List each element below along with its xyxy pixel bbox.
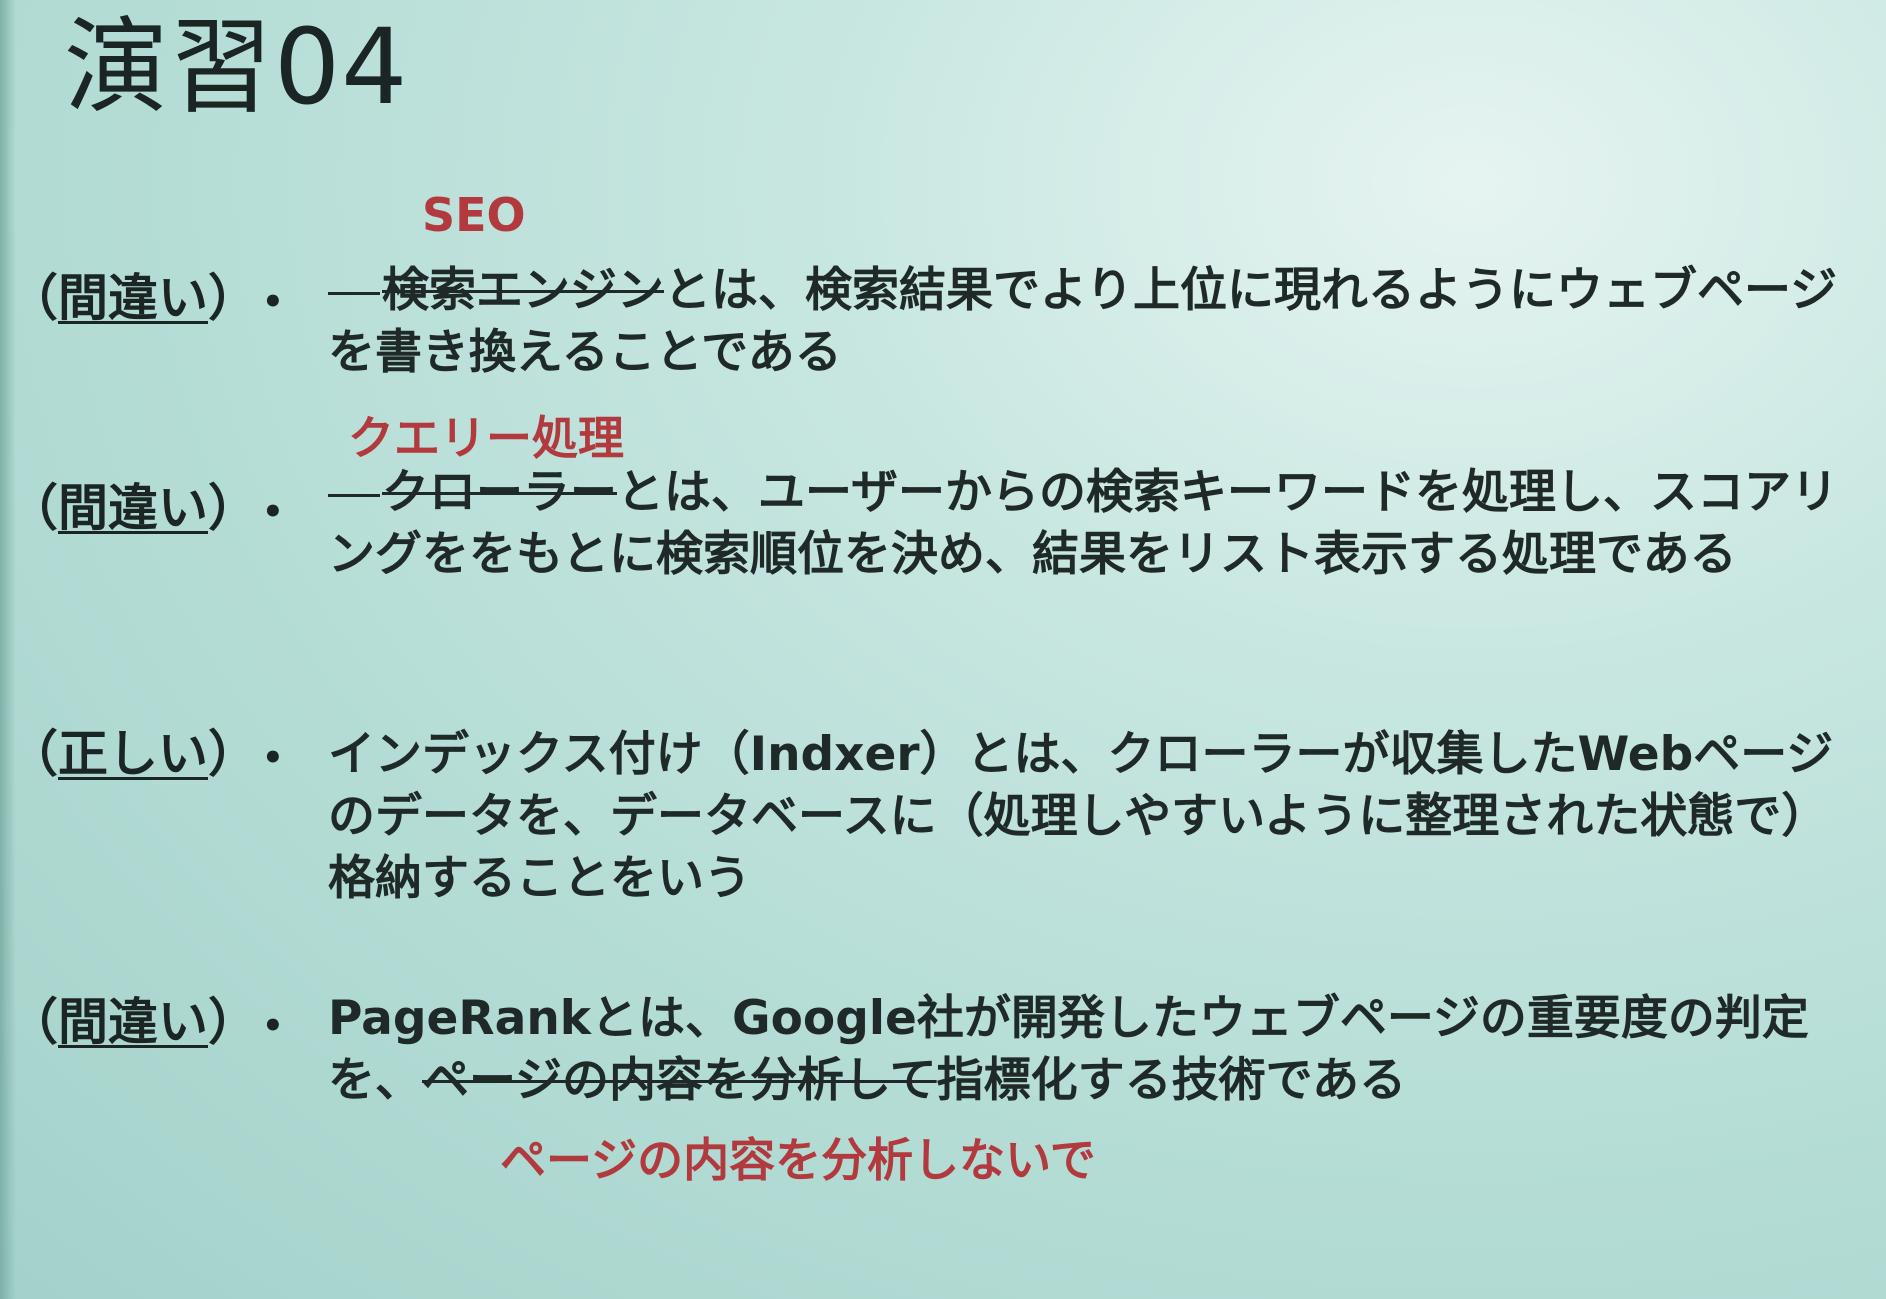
slide-title: 演習04 [64, 6, 409, 128]
verdict-close: ） [208, 479, 258, 537]
struck-text: 検索エンジン [382, 263, 664, 318]
verdict-open: （ [8, 269, 58, 327]
verdict-word: 正しい [58, 725, 208, 783]
statement-text: 検索エンジンとは、検索結果でより上位に現れるようにウェブページを書き換えることで… [328, 260, 1848, 384]
correction-annotation: クエリー処理 [348, 411, 624, 465]
statement-text: クローラーとは、ユーザーからの検索キーワードを処理し、スコアリングををもとに検索… [328, 462, 1848, 586]
projection-edge [0, 0, 16, 1299]
verdict-close: ） [208, 725, 258, 783]
struck-text: クローラー [382, 465, 617, 520]
correction-annotation: SEO [422, 188, 526, 242]
bullet-icon: • [262, 1005, 284, 1046]
strike-line [328, 292, 380, 295]
verdict-open: （ [8, 725, 58, 783]
strike-line [328, 494, 380, 497]
verdict-close: ） [208, 993, 258, 1051]
verdict-open: （ [8, 479, 58, 537]
statement-body-after: 指標化する技術である [936, 1053, 1407, 1108]
verdict-close: ） [208, 269, 258, 327]
bullet-icon: • [262, 281, 284, 322]
bullet-icon: • [262, 491, 284, 532]
statement-text: インデックス付け（Indxer）とは、クローラーが収集したWebページのデータを… [328, 724, 1848, 910]
verdict-label: （間違い） • [8, 468, 284, 540]
verdict-word: 間違い [58, 479, 208, 537]
verdict-label: （間違い） • [8, 982, 284, 1054]
statement-text: PageRankとは、Google社が開発したウェブページの重要度の判定を、ペー… [328, 988, 1848, 1112]
statement-body: インデックス付け（Indxer）とは、クローラーが収集したWebページのデータを… [328, 727, 1834, 906]
verdict-open: （ [8, 993, 58, 1051]
correction-annotation: ページの内容を分析しないで [500, 1133, 1096, 1187]
bullet-icon: • [262, 737, 284, 778]
verdict-label: （間違い） • [8, 258, 284, 330]
verdict-word: 間違い [58, 993, 208, 1051]
struck-text: ページの内容を分析して [422, 1053, 937, 1108]
verdict-label: （正しい） • [8, 714, 284, 786]
verdict-word: 間違い [58, 269, 208, 327]
